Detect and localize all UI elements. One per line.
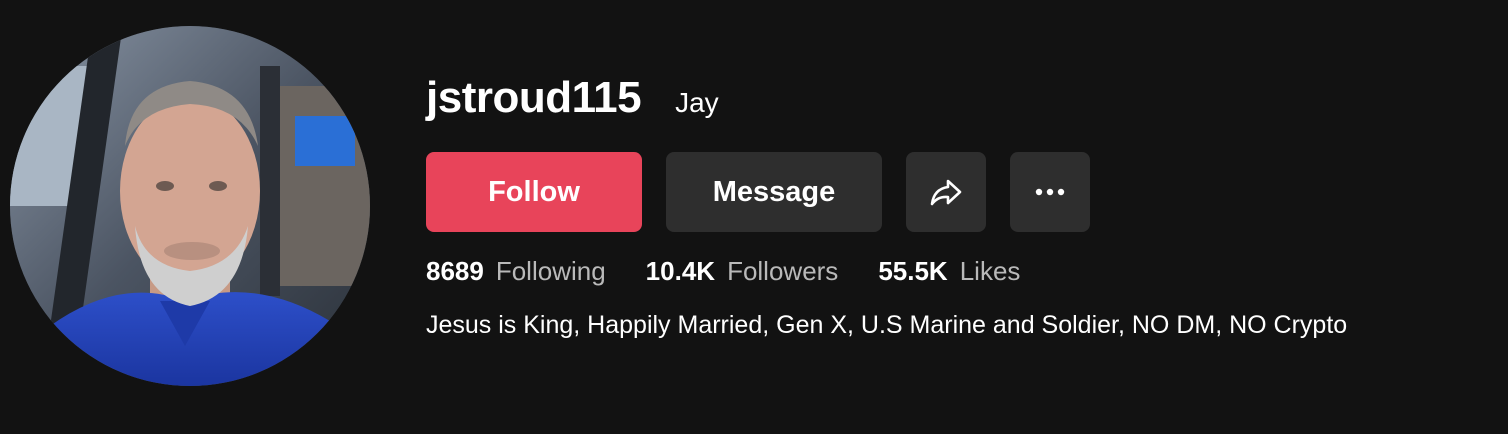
profile-info: jstroud115 Jay Follow Message 8689 Follo… [426,70,1496,339]
nickname: Jay [675,87,719,118]
stats-row: 8689 Following 10.4K Followers 55.5K Lik… [426,254,1060,288]
following-stat[interactable]: 8689 Following [426,254,606,288]
name-row: jstroud115 Jay [426,70,1496,126]
likes-label: Likes [959,256,1021,286]
following-label: Following [495,256,606,286]
avatar[interactable] [10,26,370,386]
username: jstroud115 [426,73,642,122]
action-buttons: Follow Message [426,152,1090,232]
bio-text: Jesus is King, Happily Married, Gen X, U… [426,311,1348,339]
likes-count: 55.5K [878,256,948,286]
following-count: 8689 [426,256,484,286]
follow-button[interactable]: Follow [426,152,642,232]
more-button[interactable] [1010,152,1090,232]
likes-stat: 55.5K Likes [878,254,1020,288]
avatar-image [10,26,370,386]
followers-stat[interactable]: 10.4K Followers [646,254,839,288]
share-button[interactable] [906,152,986,232]
followers-count: 10.4K [645,256,716,286]
profile-header: jstroud115 Jay Follow Message 8689 Follo… [0,0,1508,434]
share-arrow-icon [930,179,962,206]
message-button[interactable]: Message [666,152,882,232]
followers-label: Followers [727,256,839,286]
more-dots-icon [1035,188,1065,196]
